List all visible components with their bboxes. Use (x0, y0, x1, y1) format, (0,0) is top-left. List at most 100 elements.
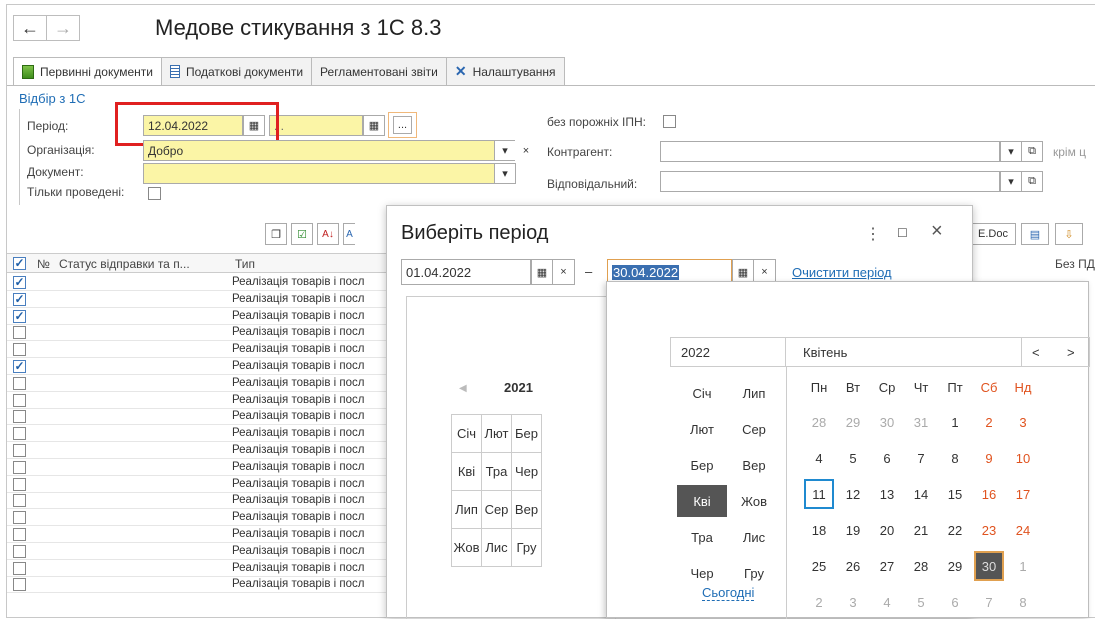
calendar-day[interactable]: 25 (804, 551, 834, 581)
calendar-day[interactable]: 4 (872, 587, 902, 617)
counterparty-dropdown-button[interactable]: ▾ (1000, 141, 1022, 162)
calendar-month-cell[interactable]: Тра (677, 521, 727, 553)
row-checkbox[interactable] (13, 460, 26, 474)
calendar-day[interactable]: 8 (1008, 587, 1038, 617)
dialog-from-calendar-button[interactable]: ▦ (531, 259, 553, 285)
sort-desc-toolbar-button[interactable]: A (343, 223, 355, 245)
table-row[interactable]: Реалізація товарів і посл (7, 510, 407, 527)
tab-settings[interactable]: ✕ Налаштування (445, 57, 565, 85)
left-month-cell[interactable]: Кві (451, 452, 482, 491)
clear-period-link[interactable]: Очистити період (792, 265, 892, 280)
calendar-day[interactable]: 15 (940, 479, 970, 509)
back-button[interactable]: ← (13, 15, 47, 41)
calendar-month-cell[interactable]: Кві (677, 485, 727, 517)
check-all-toolbar-button[interactable]: ☑ (291, 223, 313, 245)
left-month-cell[interactable]: Тра (481, 452, 512, 491)
row-checkbox[interactable]: ✓ (13, 292, 26, 306)
left-month-cell[interactable]: Сер (481, 490, 512, 529)
row-checkbox[interactable] (13, 528, 26, 541)
table-row[interactable]: Реалізація товарів і посл (7, 426, 407, 443)
row-checkbox[interactable] (13, 544, 26, 558)
calendar-day[interactable]: 31 (906, 407, 936, 437)
table-row[interactable]: ✓ Реалізація товарів і посл (7, 359, 407, 375)
calendar-month-cell[interactable]: Лис (729, 521, 779, 553)
col-num-header[interactable]: № (37, 257, 50, 271)
table-row[interactable]: Реалізація товарів і посл (7, 544, 407, 560)
organization-clear-button[interactable]: × (515, 140, 537, 161)
document-dropdown-button[interactable]: ▾ (494, 163, 516, 184)
calendar-day[interactable]: 9 (974, 443, 1004, 473)
calendar-day[interactable]: 10 (1008, 443, 1038, 473)
calendar-day[interactable]: 14 (906, 479, 936, 509)
row-checkbox[interactable] (13, 494, 26, 508)
left-month-cell[interactable]: Бер (511, 414, 542, 453)
calendar-day[interactable]: 16 (974, 479, 1004, 509)
calendar-day[interactable]: 6 (940, 587, 970, 617)
calendar-month-cell[interactable]: Бер (677, 449, 727, 481)
row-checkbox[interactable] (13, 477, 26, 491)
calendar-day[interactable]: 30 (872, 407, 902, 437)
table-row[interactable]: Реалізація товарів і посл (7, 325, 407, 342)
month-select[interactable]: Квітень (786, 337, 1022, 367)
calendar-day[interactable]: 29 (940, 551, 970, 581)
calendar-month-cell[interactable]: Лип (729, 377, 779, 409)
export-button[interactable]: ⇩ (1055, 223, 1083, 245)
calendar-day[interactable]: 1 (940, 407, 970, 437)
calendar-day[interactable]: 29 (838, 407, 868, 437)
left-prev-icon[interactable]: ◀ (459, 383, 467, 394)
table-row[interactable]: Реалізація товарів і посл (7, 577, 407, 594)
next-month-button[interactable]: > (1067, 345, 1075, 360)
calendar-day[interactable]: 30 (974, 551, 1004, 581)
left-month-cell[interactable]: Чер (511, 452, 542, 491)
calendar-day[interactable]: 19 (838, 515, 868, 545)
calendar-month-cell[interactable]: Жов (729, 485, 779, 517)
forward-button[interactable]: → (46, 15, 80, 41)
row-checkbox[interactable] (13, 393, 26, 407)
tab-tax-docs[interactable]: Податкові документи (160, 57, 313, 85)
responsible-input[interactable] (660, 171, 1000, 192)
table-row[interactable]: Реалізація товарів і посл (7, 393, 407, 409)
calendar-day[interactable]: 6 (872, 443, 902, 473)
left-month-cell[interactable]: Гру (511, 528, 542, 567)
calendar-day[interactable]: 8 (940, 443, 970, 473)
row-checkbox[interactable] (13, 376, 26, 390)
period-to-input[interactable]: . . (269, 115, 363, 136)
table-row[interactable]: Реалізація товарів і посл (7, 376, 407, 392)
calendar-day[interactable]: 12 (838, 479, 868, 509)
col-status-header[interactable]: Статус відправки та п... (59, 257, 190, 271)
calendar-day[interactable]: 21 (906, 515, 936, 545)
calendar-day[interactable]: 18 (804, 515, 834, 545)
table-row[interactable]: Реалізація товарів і посл (7, 561, 407, 577)
calendar-day[interactable]: 17 (1008, 479, 1038, 509)
table-row[interactable]: Реалізація товарів і посл (7, 443, 407, 459)
table-row[interactable]: ✓ Реалізація товарів і посл (7, 309, 407, 325)
counterparty-open-button[interactable]: ⧉ (1021, 141, 1043, 162)
table-row[interactable]: Реалізація товарів і посл (7, 342, 407, 359)
table-row[interactable]: Реалізація товарів і посл (7, 493, 407, 510)
more-menu-icon[interactable]: ⋮ (865, 224, 881, 244)
sort-asc-toolbar-button[interactable]: A↓ (317, 223, 339, 245)
close-dialog-icon[interactable]: × (931, 220, 943, 243)
organization-dropdown-button[interactable]: ▾ (494, 140, 516, 161)
calendar-day[interactable]: 24 (1008, 515, 1038, 545)
calendar-day[interactable]: 2 (974, 407, 1004, 437)
row-checkbox[interactable] (13, 561, 26, 575)
header-check-all-checkbox[interactable]: ✓ (13, 257, 26, 270)
calendar-month-cell[interactable]: Лют (677, 413, 727, 445)
responsible-dropdown-button[interactable]: ▾ (1000, 171, 1022, 192)
dialog-from-clear-button[interactable]: × (553, 259, 575, 285)
calendar-day[interactable]: 26 (838, 551, 868, 581)
calendar-day[interactable]: 7 (974, 587, 1004, 617)
document-input[interactable] (143, 163, 495, 184)
table-row[interactable]: Реалізація товарів і посл (7, 409, 407, 426)
tab-reports[interactable]: Регламентовані звіти (311, 57, 447, 85)
copy-toolbar-button[interactable]: ❐ (265, 223, 287, 245)
row-checkbox[interactable] (13, 343, 26, 357)
calendar-day[interactable]: 1 (1008, 551, 1038, 581)
row-checkbox[interactable] (13, 511, 26, 525)
row-checkbox[interactable] (13, 427, 26, 441)
calendar-day[interactable]: 2 (804, 587, 834, 617)
organization-input[interactable]: Добро (143, 140, 495, 161)
row-checkbox[interactable] (13, 410, 26, 424)
no-empty-ipn-checkbox[interactable] (663, 115, 676, 128)
